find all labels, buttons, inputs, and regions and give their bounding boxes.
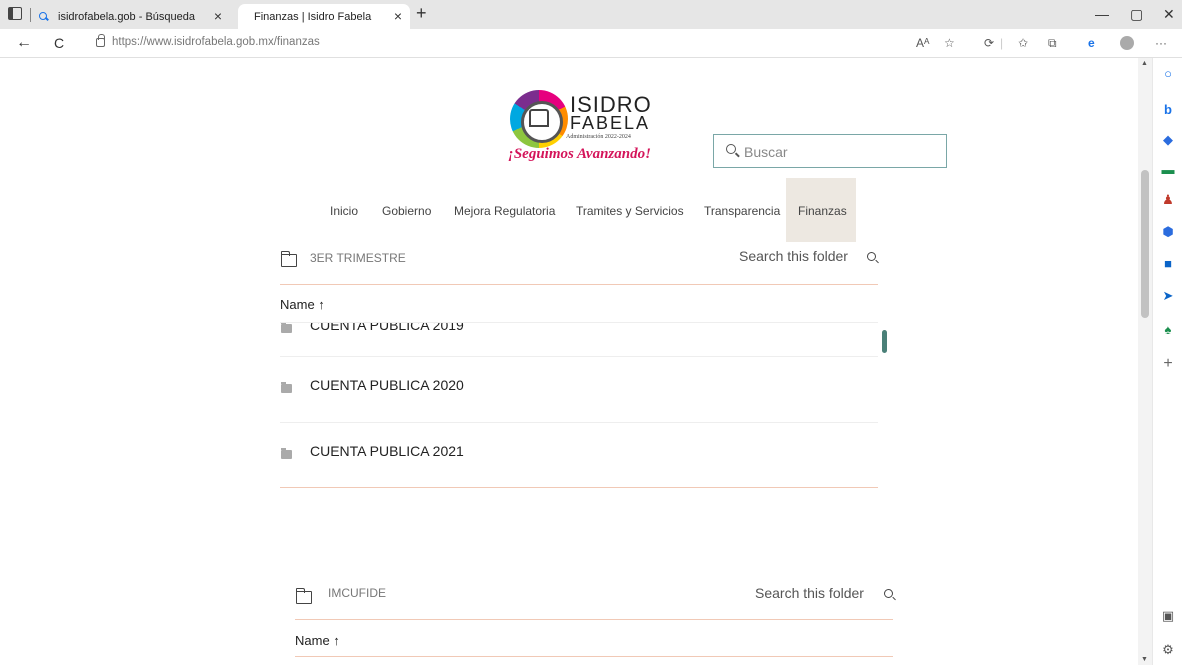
address-bar: ← C https://www.isidrofabela.gob.mx/fina… [0, 29, 1182, 58]
lock-icon[interactable] [96, 34, 105, 47]
outlook-icon[interactable]: ■ [1160, 256, 1176, 272]
list-item[interactable]: CUENTA PUBLICA 2020 [310, 377, 464, 393]
header-divider [295, 656, 893, 657]
tab-finanzas[interactable]: Finanzas | Isidro Fabela × [238, 4, 410, 29]
extensions-icon[interactable]: ⟳ [984, 36, 994, 50]
list-item[interactable]: CUENTA PUBLICA 2021 [310, 443, 464, 459]
tree-icon[interactable]: ♠ [1160, 322, 1176, 338]
minimize-button[interactable]: — [1095, 6, 1109, 22]
scroll-thumb[interactable] [1141, 170, 1149, 318]
folder-name: IMCUFIDE [328, 586, 386, 600]
refresh-icon[interactable]: C [54, 35, 64, 51]
search-icon[interactable] [884, 589, 893, 598]
add-icon[interactable]: + [1160, 356, 1176, 372]
search-placeholder: Buscar [744, 144, 788, 160]
nav-item-inicio[interactable]: Inicio [330, 204, 358, 218]
tab-close-icon[interactable]: × [214, 9, 222, 23]
nav-item-mejora-regulatoria[interactable]: Mejora Regulatoria [454, 204, 555, 218]
list-item[interactable]: CUENTA PUBLICA 2019 [310, 323, 464, 333]
url-path: /finanzas [273, 36, 320, 48]
folder-divider [280, 284, 878, 285]
folder-name: 3ER TRIMESTRE [310, 251, 406, 265]
folder-item-icon [281, 382, 292, 393]
close-window-button[interactable]: ✕ [1163, 6, 1175, 23]
logo-building-icon [529, 109, 549, 127]
logo-subtitle: FABELA [570, 113, 651, 133]
sidebar-toggle-icon[interactable]: ▣ [1160, 608, 1176, 624]
folder-search-input[interactable]: Search this folder [739, 248, 848, 264]
folder-scrollbar[interactable] [882, 330, 887, 353]
tab-search[interactable]: isidrofabela.gob - Búsqueda × [38, 4, 226, 29]
tab-strip: isidrofabela.gob - Búsqueda × Finanzas |… [0, 0, 1182, 29]
folder-list: CUENTA PUBLICA 2019 CUENTA PUBLICA 2020 … [280, 323, 878, 493]
new-tab-button[interactable]: + [416, 3, 427, 24]
name-sort-header[interactable]: Name ↑ [280, 297, 325, 312]
folder-icon [281, 251, 297, 267]
search-icon[interactable]: ○ [1160, 66, 1176, 82]
row-divider [280, 356, 878, 357]
tab-actions-icon[interactable] [8, 7, 22, 20]
name-sort-header[interactable]: Name ↑ [295, 633, 340, 648]
scroll-down-icon[interactable]: ▼ [1141, 656, 1148, 663]
read-aloud-icon[interactable]: Aᴬ [916, 36, 929, 50]
scroll-up-icon[interactable]: ▲ [1141, 60, 1148, 67]
profile-avatar[interactable] [1120, 36, 1134, 50]
tab-title: isidrofabela.gob - Búsqueda [58, 10, 195, 23]
folder-search-input[interactable]: Search this folder [755, 585, 864, 601]
url-field[interactable]: https://www.isidrofabela.gob.mx/finanzas [112, 36, 320, 48]
edge-sidebar: ○ b ◆ ▬ ♟ ⬢ ■ ➤ ♠ + ▣ ⚙ [1152, 58, 1182, 665]
nav-item-transparencia[interactable]: Transparencia [704, 204, 780, 218]
nav-item-finanzas[interactable]: Finanzas [798, 204, 847, 218]
toolbar-separator: | [1000, 36, 1004, 50]
search-icon [726, 144, 736, 154]
main-nav: Inicio Gobierno Mejora Regulatoria Trami… [0, 178, 1138, 242]
url-host: https://www.isidrofabela.gob.mx [112, 36, 274, 48]
search-icon[interactable] [867, 252, 876, 261]
nav-item-gobierno[interactable]: Gobierno [382, 204, 431, 218]
page-scrollbar[interactable]: ▲ ▼ [1138, 58, 1152, 665]
search-favicon-icon [38, 11, 50, 23]
back-icon[interactable]: ← [16, 34, 32, 52]
folder-item-icon [281, 448, 292, 459]
tab-close-icon[interactable]: × [394, 9, 402, 23]
site-search-input[interactable]: Buscar [713, 134, 947, 168]
tools-icon[interactable]: ▬ [1160, 162, 1176, 178]
folder-item-icon [281, 323, 292, 333]
shopping-tag-icon[interactable]: ◆ [1160, 132, 1176, 148]
more-menu-icon[interactable]: ··· [1155, 36, 1167, 50]
folder-divider [295, 619, 893, 620]
games-icon[interactable]: ♟ [1160, 192, 1176, 208]
folder-bottom-divider [280, 487, 878, 488]
folder-icon [296, 588, 312, 604]
logo-slogan: ¡Seguimos Avanzando! [508, 146, 651, 162]
settings-gear-icon[interactable]: ⚙ [1160, 642, 1176, 658]
row-divider [280, 422, 878, 423]
favorite-star-icon[interactable]: ☆ [944, 36, 955, 50]
tab-title: Finanzas | Isidro Fabela [254, 10, 372, 23]
bing-icon[interactable]: b [1160, 102, 1176, 118]
favorites-icon[interactable]: ✩ [1018, 36, 1028, 50]
logo-admin-text: Administración 2022-2024 [566, 134, 631, 140]
send-icon[interactable]: ➤ [1160, 288, 1176, 304]
office-icon[interactable]: ⬢ [1160, 224, 1176, 240]
restore-button[interactable]: ▢ [1130, 6, 1143, 23]
edge-icon[interactable]: e [1088, 36, 1095, 50]
collections-icon[interactable]: ⧉ [1048, 36, 1057, 51]
nav-item-tramites[interactable]: Tramites y Servicios [576, 204, 684, 218]
page-content: ISIDRO FABELA Administración 2022-2024 ¡… [0, 58, 1138, 665]
tab-separator [30, 8, 31, 22]
